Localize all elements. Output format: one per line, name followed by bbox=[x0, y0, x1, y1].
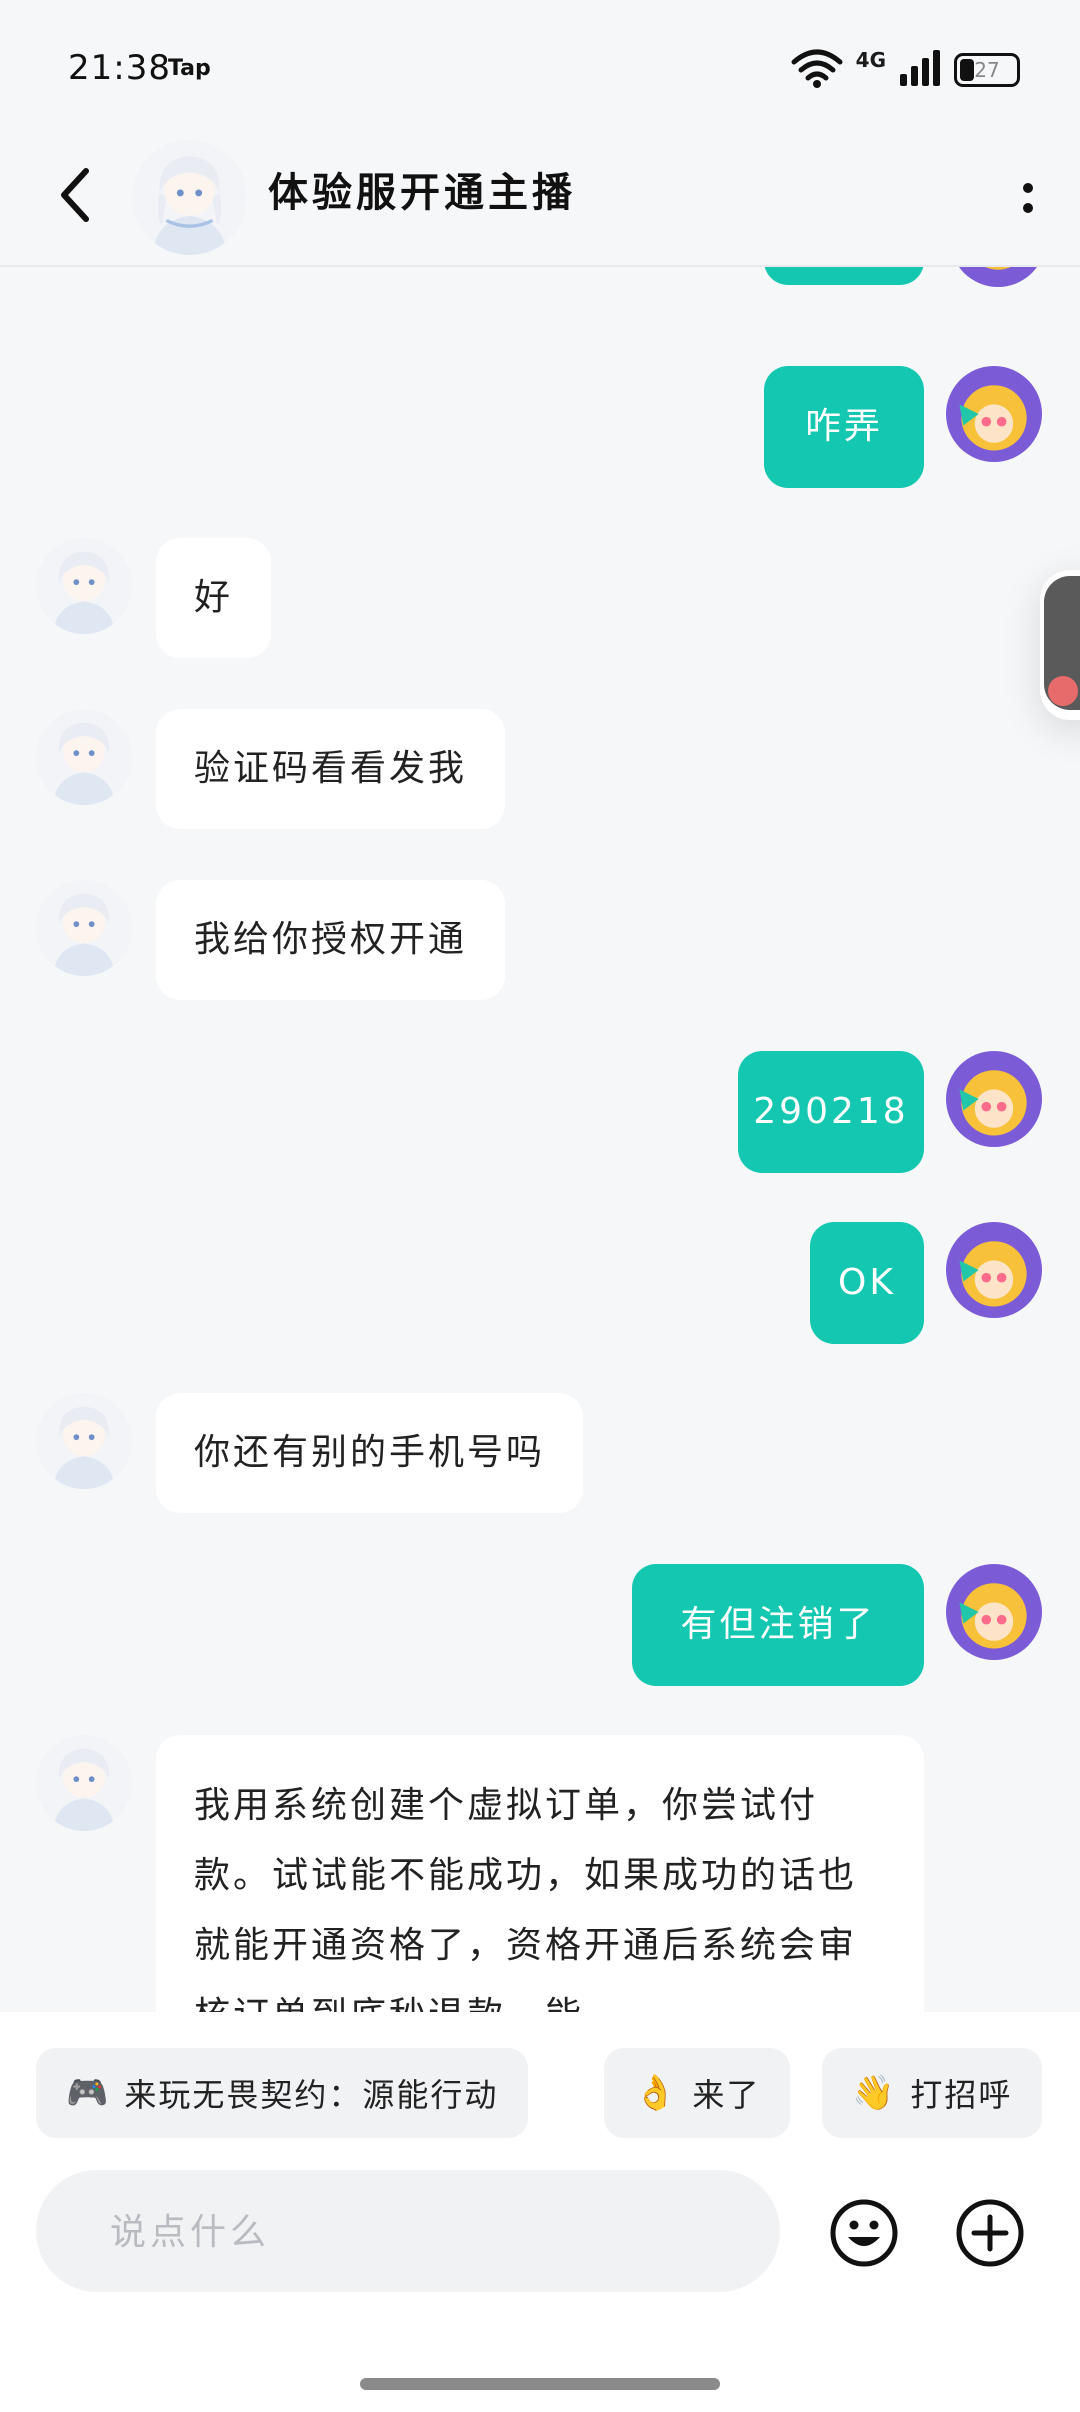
quick-reply-label: 来了 bbox=[692, 2076, 761, 2114]
my-avatar[interactable] bbox=[946, 1564, 1042, 1660]
status-bar: 21:38 Tap 4G 27 bbox=[0, 0, 1080, 130]
message-bubble-incoming[interactable]: 我给你授权开通 bbox=[156, 880, 506, 1000]
message-bubble-outgoing[interactable]: 290218 bbox=[738, 1051, 924, 1173]
quick-reply-label: 打招呼 bbox=[910, 2076, 1013, 2114]
my-avatar[interactable] bbox=[946, 366, 1042, 462]
quick-reply-chip[interactable]: 🎮 来玩无畏契约：源能行动 bbox=[36, 2048, 529, 2138]
emoji-button[interactable] bbox=[828, 2197, 900, 2269]
plus-circle-icon bbox=[956, 2199, 1024, 2267]
contact-avatar[interactable] bbox=[36, 709, 132, 805]
network-type: 4G bbox=[855, 48, 886, 72]
contact-avatar[interactable] bbox=[36, 880, 132, 976]
signal-icon bbox=[898, 48, 942, 92]
emoji-icon bbox=[830, 2199, 898, 2267]
wifi-icon bbox=[790, 48, 844, 92]
wave-icon: 👋 bbox=[852, 2073, 897, 2113]
message-bubble-incoming[interactable]: 验证码看看发我 bbox=[156, 709, 506, 829]
contact-avatar[interactable] bbox=[36, 1393, 132, 1489]
gamepad-icon: 🎮 bbox=[66, 2073, 111, 2113]
back-button[interactable] bbox=[50, 160, 100, 230]
message-bubble-incoming[interactable]: 好 bbox=[156, 538, 272, 658]
message-input[interactable] bbox=[108, 2170, 752, 2294]
battery-icon: 27 bbox=[954, 53, 1020, 87]
message-bubble-clipped bbox=[764, 267, 924, 285]
battery-level: 27 bbox=[974, 58, 1000, 82]
my-avatar[interactable] bbox=[946, 1051, 1042, 1147]
more-options-button[interactable] bbox=[1010, 170, 1046, 226]
message-input-box[interactable] bbox=[36, 2170, 780, 2294]
contact-avatar[interactable] bbox=[132, 140, 247, 255]
floating-widget[interactable] bbox=[1040, 570, 1080, 720]
quick-reply-chip[interactable]: 👋 打招呼 bbox=[822, 2048, 1043, 2138]
status-time: 21:38 bbox=[68, 48, 171, 88]
message-bubble-incoming[interactable]: 我用系统创建个虚拟订单，你尝试付款。试试能不能成功，如果成功的话也就能开通资格了… bbox=[156, 1735, 924, 2012]
back-arrow-icon bbox=[61, 168, 89, 222]
quick-reply-chip[interactable]: 👌 来了 bbox=[604, 2048, 791, 2138]
my-avatar bbox=[950, 267, 1046, 287]
contact-avatar[interactable] bbox=[36, 1735, 132, 1831]
message-list[interactable]: 咋弄 好 验证码看看发我 我给你授权开通 290218 OK 你还有别的手机号吗… bbox=[0, 267, 1080, 2012]
status-app-label: Tap bbox=[168, 56, 211, 81]
composer-area: 🎮 来玩无畏契约：源能行动 👌 来了 👋 打招呼 bbox=[0, 2012, 1080, 2412]
message-bubble-outgoing[interactable]: 咋弄 bbox=[764, 366, 924, 488]
message-bubble-incoming[interactable]: 你还有别的手机号吗 bbox=[156, 1393, 584, 1513]
status-icons: 4G 27 bbox=[790, 48, 1020, 92]
more-vertical-icon bbox=[1023, 183, 1033, 193]
ok-hand-icon: 👌 bbox=[634, 2073, 679, 2113]
my-avatar[interactable] bbox=[946, 1222, 1042, 1318]
message-bubble-outgoing[interactable]: 有但注销了 bbox=[632, 1564, 924, 1686]
chat-header: 体验服开通主播 bbox=[0, 130, 1080, 267]
message-bubble-outgoing[interactable]: OK bbox=[810, 1222, 924, 1344]
plus-button[interactable] bbox=[954, 2197, 1026, 2269]
chat-title: 体验服开通主播 bbox=[268, 170, 576, 216]
home-indicator[interactable] bbox=[360, 2378, 720, 2390]
quick-reply-label: 来玩无畏契约：源能行动 bbox=[124, 2076, 499, 2114]
contact-avatar[interactable] bbox=[36, 538, 132, 634]
